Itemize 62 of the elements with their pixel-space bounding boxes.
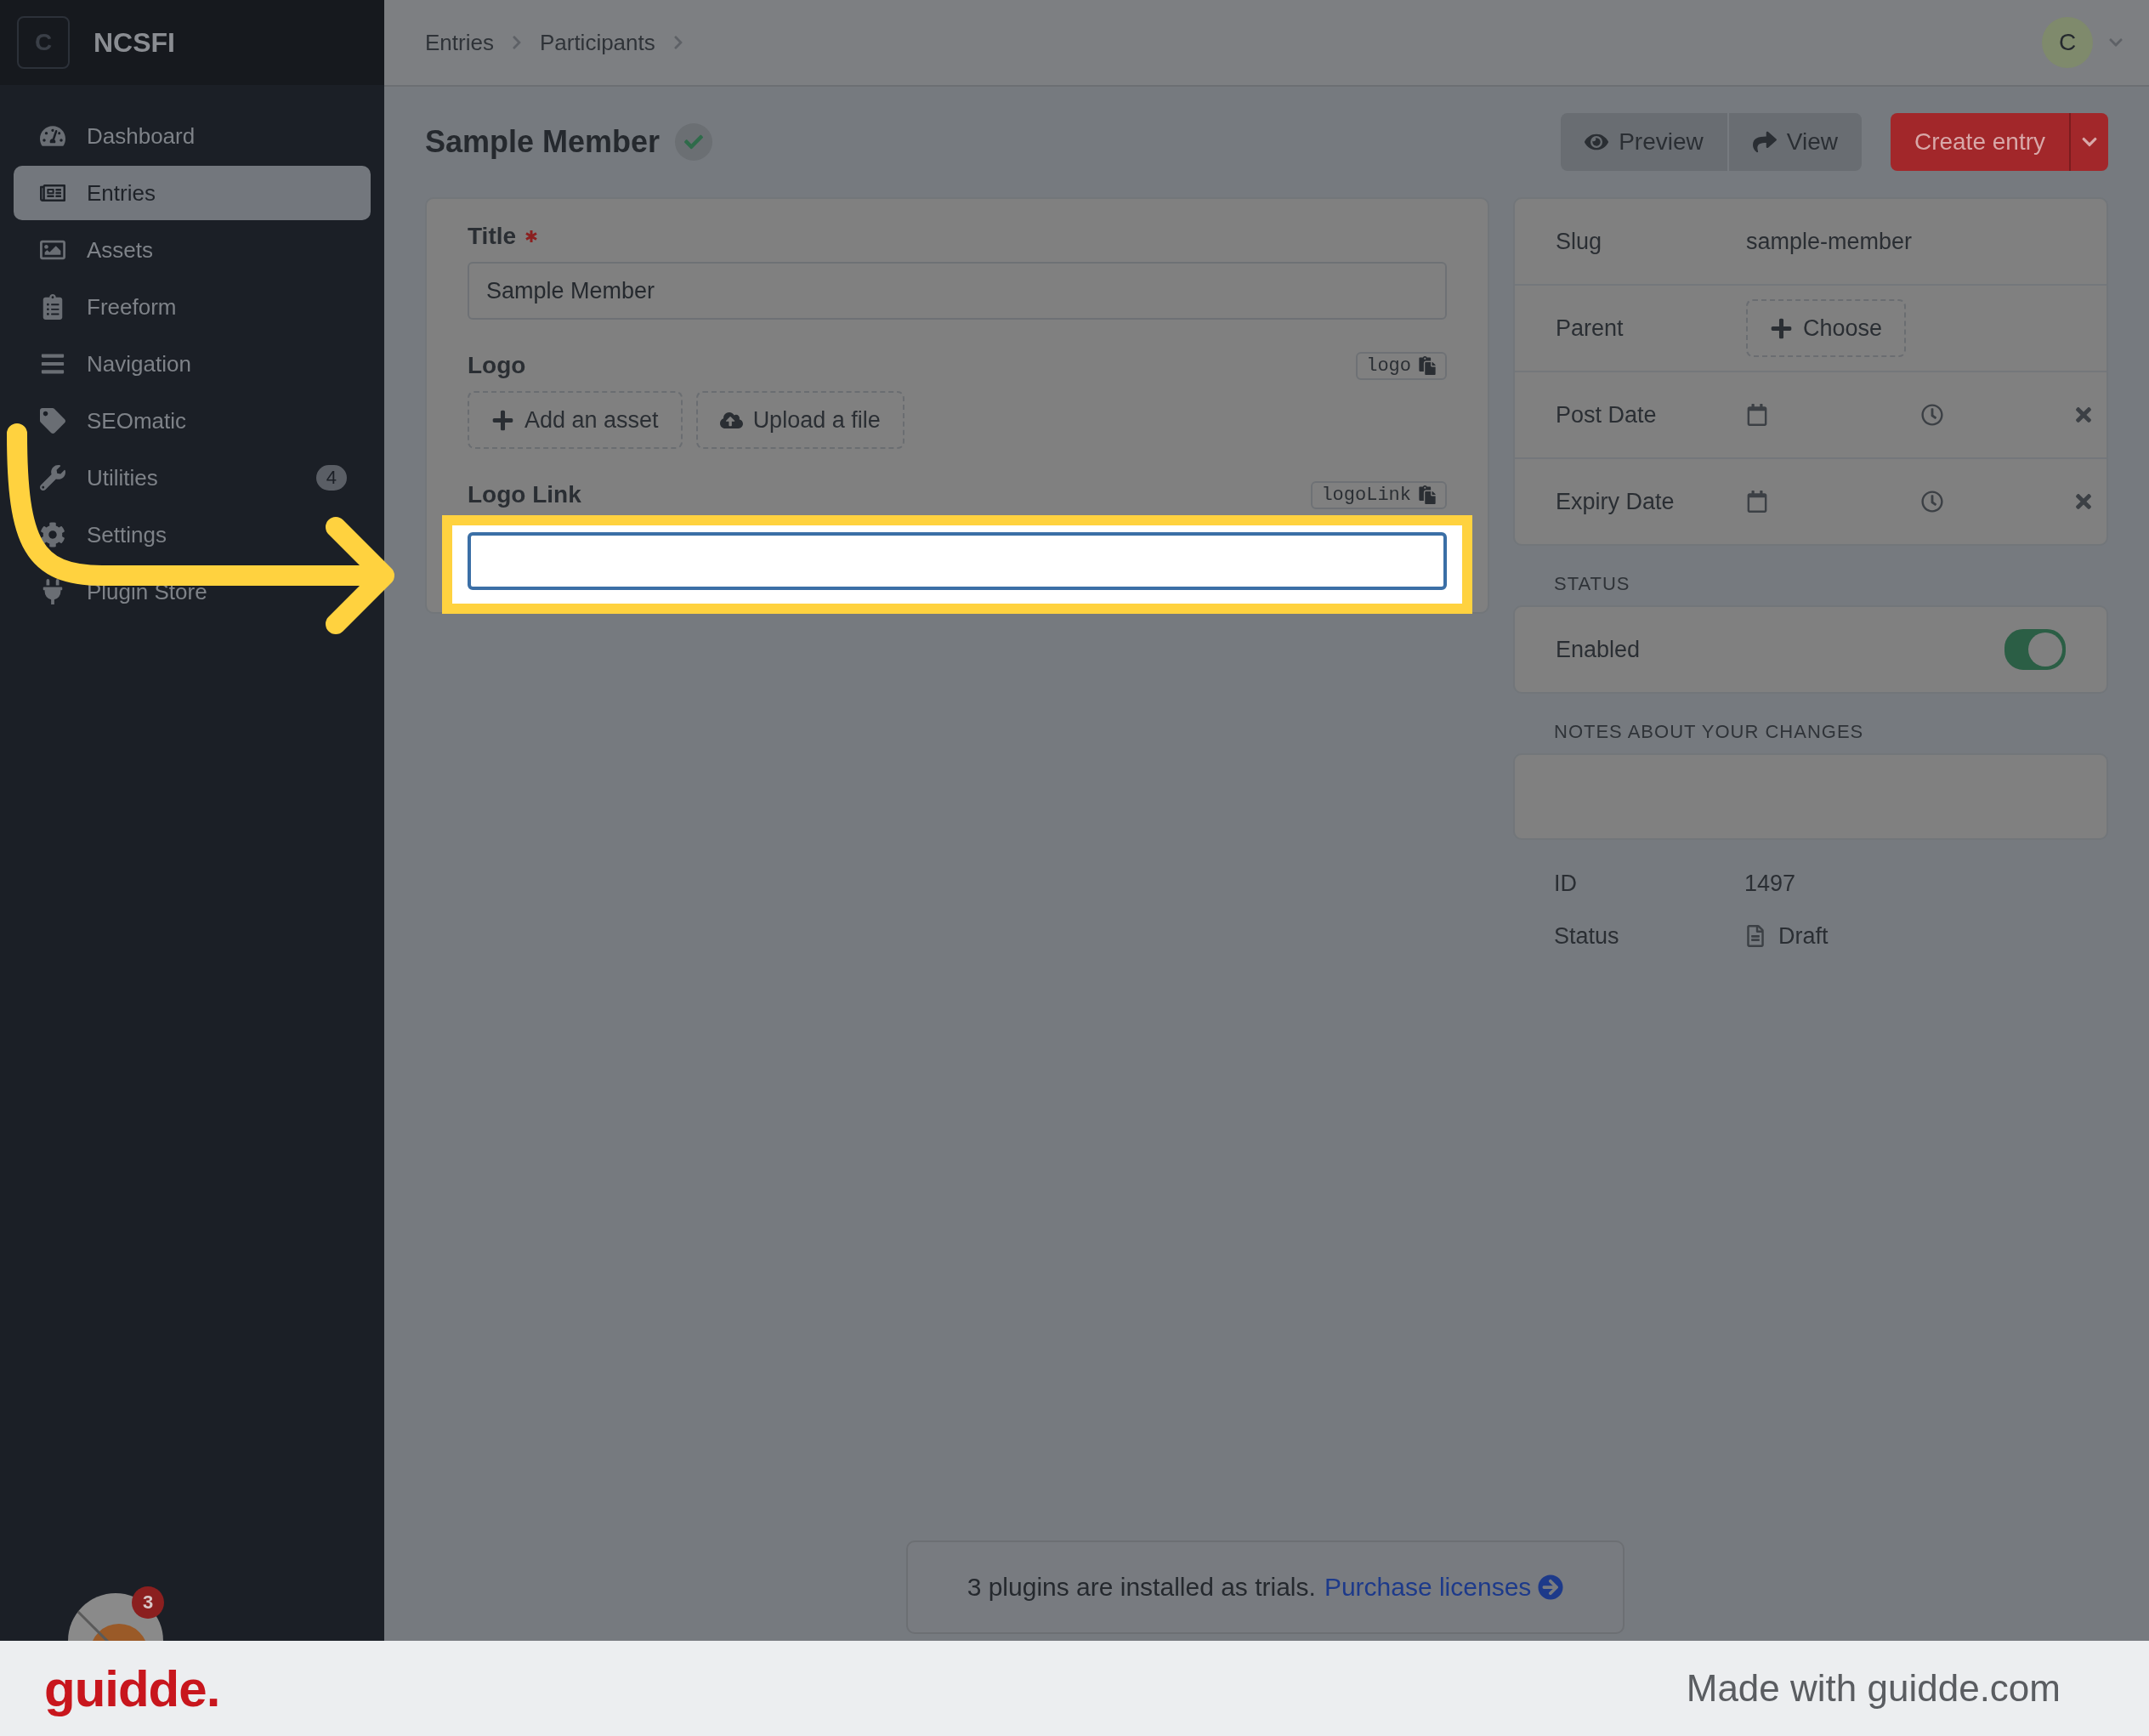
add-asset-button[interactable]: Add an asset <box>468 391 683 449</box>
field-label: Logo <box>468 352 526 379</box>
brand-logo: guidde. <box>44 1659 220 1718</box>
meta-label: Parent <box>1556 315 1625 342</box>
clipboard-icon <box>1418 485 1437 504</box>
meta-label: Post Date <box>1556 401 1658 428</box>
arrow-right-icon <box>1538 1574 1564 1600</box>
calendar-icon[interactable] <box>1746 491 1768 513</box>
nav-item[interactable]: Utilities 4 <box>14 451 371 505</box>
preview-button[interactable]: Preview <box>1561 113 1727 171</box>
plus-icon <box>491 408 514 432</box>
nav-icon <box>40 408 65 434</box>
section-heading: STATUS <box>1553 572 1631 596</box>
notice-text: 3 plugins are installed as trials. <box>967 1573 1316 1602</box>
view-button[interactable]: View <box>1728 113 1862 171</box>
clipboard-icon <box>1418 356 1437 375</box>
document-icon <box>1744 925 1766 947</box>
choose-button[interactable]: Choose <box>1746 299 1907 357</box>
nav-icon <box>40 465 65 491</box>
site-name[interactable]: NCSFI <box>94 26 175 59</box>
upload-button[interactable]: Upload a file <box>695 391 904 449</box>
field-handle[interactable]: logoLink <box>1311 480 1447 509</box>
count-badge: 4 <box>315 465 347 491</box>
nav-icon <box>40 522 65 547</box>
info-value: 1497 <box>1744 870 1796 897</box>
toggle-label: Enabled <box>1556 636 1642 663</box>
create-entry-button[interactable]: Create entry <box>1890 113 2069 171</box>
calendar-icon[interactable] <box>1746 404 1768 426</box>
credit-text: Made with guidde.com <box>1686 1667 2061 1710</box>
purchase-link[interactable]: Purchase licenses <box>1324 1573 1564 1602</box>
dropdown-button[interactable] <box>2069 113 2108 171</box>
nav-item[interactable]: Settings <box>14 508 371 562</box>
nav-item[interactable]: Dashboard <box>14 109 371 163</box>
plus-icon <box>1770 316 1793 340</box>
field-handle[interactable]: logo <box>1356 351 1447 380</box>
meta-label: Expiry Date <box>1556 488 1676 515</box>
info-value: Draft <box>1778 922 1829 950</box>
share-icon <box>1752 130 1777 154</box>
breadcrumb-link[interactable]: Entries <box>425 29 494 56</box>
notification-badge: 3 <box>132 1586 164 1619</box>
nav-item[interactable]: SEOmatic <box>14 394 371 448</box>
nav-item[interactable]: Navigation <box>14 337 371 391</box>
text-input[interactable] <box>468 532 1447 590</box>
nav-item[interactable]: Freeform <box>14 280 371 334</box>
nav-item[interactable]: Assets <box>14 223 371 277</box>
nav-item[interactable]: Entries <box>14 166 371 220</box>
clock-icon[interactable] <box>1921 404 1943 426</box>
breadcrumb-link[interactable]: Participants <box>539 29 655 56</box>
section-heading: NOTES ABOUT YOUR CHANGES <box>1553 720 1865 744</box>
meta-label: Slug <box>1556 228 1603 255</box>
nav-icon <box>40 123 65 149</box>
enabled-toggle[interactable] <box>2004 629 2066 670</box>
info-label: Status <box>1554 922 1620 950</box>
text-input[interactable]: Sample Member <box>468 262 1447 320</box>
slug-value: sample-member <box>1746 228 1913 255</box>
user-avatar[interactable]: C <box>2042 17 2093 68</box>
field-label: Title <box>468 223 517 250</box>
page-title: Sample Member <box>425 124 661 160</box>
info-label: ID <box>1554 870 1578 897</box>
field-label: Logo Link <box>468 481 581 508</box>
clock-icon[interactable] <box>1921 491 1943 513</box>
check-icon <box>675 123 713 161</box>
